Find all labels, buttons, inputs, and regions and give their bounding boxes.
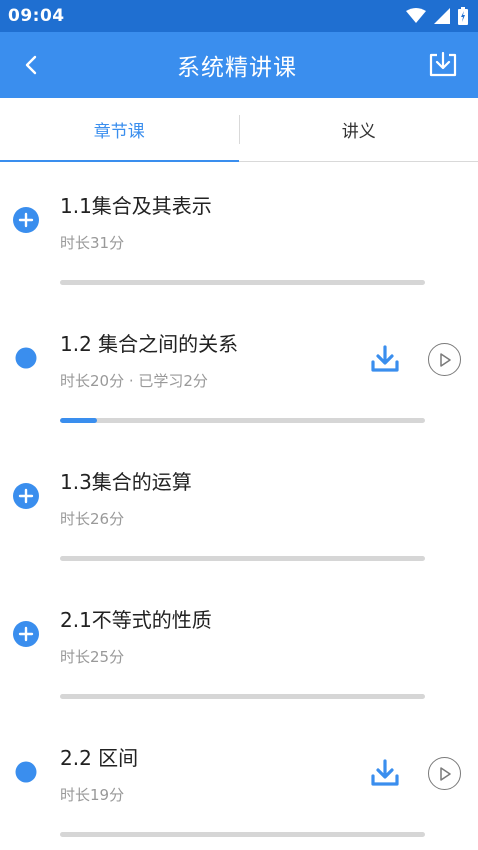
download-tray-icon	[429, 52, 457, 77]
download-icon	[371, 759, 399, 786]
lesson-progress-bar	[60, 556, 425, 561]
dot-icon	[15, 761, 37, 783]
download-button[interactable]	[368, 342, 402, 376]
lesson-item[interactable]: 1.3集合的运算 时长26分	[0, 438, 478, 576]
add-circle-icon	[13, 207, 39, 233]
status-icons	[406, 7, 468, 25]
lesson-title: 1.3集合的运算	[60, 470, 192, 494]
tab-handouts[interactable]: 讲义	[240, 98, 478, 161]
tab-handouts-label: 讲义	[341, 122, 376, 142]
download-button[interactable]	[368, 756, 402, 790]
play-button[interactable]	[428, 343, 461, 376]
back-button[interactable]	[14, 48, 48, 82]
lesson-item[interactable]: 2.2 区间 时长19分	[0, 714, 478, 850]
status-bar: 09:04	[0, 0, 478, 32]
lesson-meta: 时长31分	[60, 234, 125, 252]
page-title: 系统精讲课	[177, 55, 297, 81]
download-icon	[371, 345, 399, 372]
play-icon	[439, 766, 451, 781]
lesson-item[interactable]: 1.1集合及其表示 时长31分	[0, 162, 478, 300]
add-lesson-button[interactable]	[12, 482, 40, 510]
lesson-progress-bar	[60, 832, 425, 837]
download-manager-button[interactable]	[426, 48, 460, 82]
lesson-meta: 时长20分 · 已学习2分	[60, 372, 208, 390]
lesson-meta: 时长26分	[60, 510, 125, 528]
play-icon	[439, 352, 451, 367]
status-time: 09:04	[8, 6, 65, 26]
lesson-progress-fill	[60, 418, 97, 423]
lesson-progress-bar	[60, 418, 425, 423]
wifi-icon	[406, 8, 426, 23]
tab-chapters-label: 章节课	[93, 122, 145, 142]
lesson-progress-bar	[60, 694, 425, 699]
lesson-item[interactable]: 1.2 集合之间的关系 时长20分 · 已学习2分	[0, 300, 478, 438]
lesson-status-dot	[12, 758, 40, 786]
app-bar: 系统精讲课	[0, 32, 478, 98]
back-arrow-icon	[25, 55, 37, 75]
signal-icon	[434, 8, 450, 24]
lesson-progress-bar	[60, 280, 425, 285]
battery-icon	[458, 7, 468, 25]
dot-icon	[15, 347, 37, 369]
add-lesson-button[interactable]	[12, 620, 40, 648]
tab-chapters[interactable]: 章节课	[0, 98, 239, 162]
play-button[interactable]	[428, 757, 461, 790]
add-circle-icon	[13, 483, 39, 509]
lesson-title: 1.1集合及其表示	[60, 194, 212, 218]
lesson-title: 2.2 区间	[60, 746, 139, 770]
lesson-title: 1.2 集合之间的关系	[60, 332, 239, 356]
add-lesson-button[interactable]	[12, 206, 40, 234]
lesson-meta: 时长19分	[60, 786, 125, 804]
lesson-list: 1.1集合及其表示 时长31分 1.2 集合之间的关系 时长20分 · 已学习2…	[0, 162, 478, 850]
lesson-item[interactable]: 2.1不等式的性质 时长25分	[0, 576, 478, 714]
lesson-title: 2.1不等式的性质	[60, 608, 212, 632]
lesson-status-dot	[12, 344, 40, 372]
tab-bar: 章节课 讲义	[0, 98, 478, 162]
add-circle-icon	[13, 621, 39, 647]
lesson-meta: 时长25分	[60, 648, 125, 666]
